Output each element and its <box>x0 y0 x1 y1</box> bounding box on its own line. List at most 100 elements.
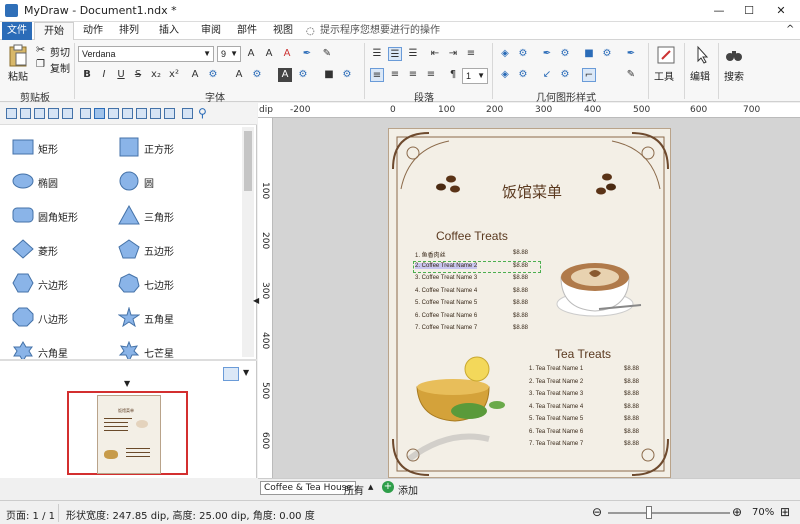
search-shapes-icon[interactable]: ⚲ <box>198 106 207 120</box>
shape-item[interactable]: 圆角矩形 <box>12 205 112 227</box>
all-pages-button[interactable]: 所有 <box>344 482 364 497</box>
binoculars-icon[interactable] <box>724 45 744 65</box>
align-bottom-icon[interactable]: ☰ <box>406 47 420 61</box>
shape-item[interactable]: 五边形 <box>118 239 218 261</box>
menu-item[interactable]: 4. Tea Treat Name 4 $8.88 <box>529 404 654 413</box>
fill-gear-2-icon[interactable]: ⚙ <box>516 47 530 61</box>
view-icons-icon[interactable] <box>80 108 91 119</box>
format-painter-2-icon[interactable]: ✎ <box>624 68 638 82</box>
document-page[interactable]: 饭馆菜单 Coffee Treats 1. 鱼香肉丝 $8.88 2. Coffee… <box>388 128 671 478</box>
maximize-button[interactable]: ☐ <box>734 0 764 22</box>
bullets-icon[interactable]: ≡ <box>464 47 478 61</box>
shape-item[interactable]: 三角形 <box>118 205 218 227</box>
text-box-icon[interactable]: ■ <box>322 68 336 82</box>
shape-item[interactable]: 六角星 <box>12 341 112 359</box>
menu-item[interactable]: 6. Tea Treat Name 6 $8.88 <box>529 429 654 438</box>
text-gear-icon[interactable]: ⚙ <box>250 68 264 82</box>
paste-icon[interactable] <box>8 44 28 68</box>
tab-insert[interactable]: 插入 <box>154 22 184 40</box>
paragraph-mark-icon[interactable]: ¶ <box>446 68 460 82</box>
shape-item[interactable]: 七边形 <box>118 273 218 295</box>
minimize-button[interactable]: — <box>704 0 734 22</box>
export-stencil-icon[interactable] <box>62 108 73 119</box>
fill-gear-icon[interactable]: ⚙ <box>206 68 220 82</box>
filter-icon[interactable] <box>164 108 175 119</box>
align-middle-icon[interactable]: ☰ <box>388 47 402 61</box>
coffee-section-title[interactable]: Coffee Treats <box>436 229 508 243</box>
subscript-icon[interactable]: x₂ <box>149 68 163 82</box>
tea-section-title[interactable]: Tea Treats <box>555 347 611 361</box>
canvas-area[interactable]: dip -200 0 100 200 300 400 500 600 700 1… <box>258 103 800 478</box>
panel-collapse-icon[interactable]: ◀ <box>253 296 259 305</box>
shape-item[interactable]: 正方形 <box>118 137 218 159</box>
menu-item[interactable]: 2. Tea Treat Name 2 $8.88 <box>529 379 654 388</box>
navigation-thumbnail[interactable]: 饭馆菜单 <box>67 391 188 475</box>
shape-item[interactable]: 六边形 <box>12 273 112 295</box>
scissors-icon[interactable]: ✂ <box>36 43 45 56</box>
text-selection-box[interactable] <box>413 261 541 273</box>
shape-item[interactable]: 菱形 <box>12 239 112 261</box>
tell-me-input[interactable]: 提示程序您想要进行的操作 <box>320 24 470 38</box>
thumbnail-toggle-icon[interactable] <box>223 367 239 381</box>
shape-item[interactable]: 五角星 <box>118 307 218 329</box>
tab-review[interactable]: 审阅 <box>196 22 226 40</box>
menu-item[interactable]: 5. Tea Treat Name 5 $8.88 <box>529 416 654 425</box>
format-painter-icon[interactable]: ✎ <box>320 47 334 61</box>
font-color-icon[interactable]: A <box>188 68 202 82</box>
tab-parts[interactable]: 部件 <box>232 22 262 40</box>
book-icon[interactable] <box>182 108 193 119</box>
shape-item[interactable]: 矩形 <box>12 137 112 159</box>
justify-icon[interactable]: ≡ <box>424 68 438 82</box>
clear-format-icon[interactable]: A <box>280 47 294 61</box>
menu-item[interactable]: 7. Tea Treat Name 7 $8.88 <box>529 441 654 450</box>
line-spacing-select[interactable]: 1 ▼ <box>462 68 488 84</box>
fill-icon[interactable]: ◈ <box>498 47 512 61</box>
add-page-button[interactable]: 添加 <box>398 482 418 497</box>
menu-item[interactable]: 5. Coffee Treat Name 5 $8.88 <box>415 300 543 309</box>
menu-item[interactable]: 7. Coffee Treat Name 7 $8.88 <box>415 325 543 334</box>
tab-home[interactable]: 开始 <box>34 22 74 40</box>
sort-desc-icon[interactable] <box>150 108 161 119</box>
zoom-slider[interactable] <box>608 512 730 514</box>
menu-item[interactable]: 6. Coffee Treat Name 6 $8.88 <box>415 313 543 322</box>
all-pages-dropdown-icon[interactable]: ▲ <box>368 483 373 491</box>
menu-item[interactable]: 1. Tea Treat Name 1 $8.88 <box>529 366 654 375</box>
cursor-icon[interactable] <box>692 45 712 65</box>
font-size-select[interactable]: 9 ▼ <box>217 46 241 62</box>
align-right-icon[interactable]: ≡ <box>406 68 420 82</box>
add-page-icon[interactable]: + <box>382 481 394 493</box>
align-top-icon[interactable]: ☰ <box>370 47 384 61</box>
shadow-gear-2-icon[interactable]: ⚙ <box>600 47 614 61</box>
thumbnail-dropdown-icon[interactable]: ▼ <box>243 368 249 377</box>
text-background-icon[interactable]: A <box>278 68 292 82</box>
shape-item[interactable]: 八边形 <box>12 307 112 329</box>
tab-file[interactable]: 文件 <box>2 22 32 40</box>
zoom-slider-thumb[interactable] <box>646 506 652 519</box>
fit-page-icon[interactable]: ⊞ <box>780 505 790 519</box>
edit-button[interactable]: 编辑 <box>690 68 710 83</box>
align-left-icon[interactable]: ≡ <box>370 68 384 82</box>
save-stencil-icon[interactable] <box>6 108 17 119</box>
eyedropper-2-icon[interactable]: ✒ <box>624 47 638 61</box>
arrow-gear-icon[interactable]: ⚙ <box>558 68 572 82</box>
shadow-icon[interactable]: ■ <box>582 47 596 61</box>
view-list-icon[interactable] <box>94 108 105 119</box>
underline-icon[interactable]: U <box>114 68 128 82</box>
menu-item[interactable]: 1. 鱼香肉丝 $8.88 <box>415 250 543 259</box>
font-family-select[interactable]: Verdana ▼ <box>78 46 214 62</box>
tab-arrange[interactable]: 排列 <box>114 22 144 40</box>
expand-icon[interactable]: ▼ <box>124 379 130 388</box>
shape-item[interactable]: 七芒星 <box>118 341 218 359</box>
line-gear-icon[interactable]: ⚙ <box>558 47 572 61</box>
menu-item[interactable]: 3. Coffee Treat Name 3 $8.88 <box>415 275 543 284</box>
menu-item[interactable]: 4. Coffee Treat Name 4 $8.88 <box>415 288 543 297</box>
tools-icon[interactable] <box>656 45 676 65</box>
corner-icon[interactable]: ⌐ <box>582 68 596 82</box>
page-tab-current[interactable]: Coffee & Tea House <box>260 481 356 495</box>
copy-button[interactable]: 复制 <box>50 60 70 75</box>
shape-item[interactable]: 圆 <box>118 171 218 193</box>
close-stencil-icon[interactable] <box>48 108 59 119</box>
box-gear-icon[interactable]: ⚙ <box>340 68 354 82</box>
shadow-gear-icon[interactable]: ⚙ <box>296 68 310 82</box>
new-stencil-icon[interactable] <box>20 108 31 119</box>
